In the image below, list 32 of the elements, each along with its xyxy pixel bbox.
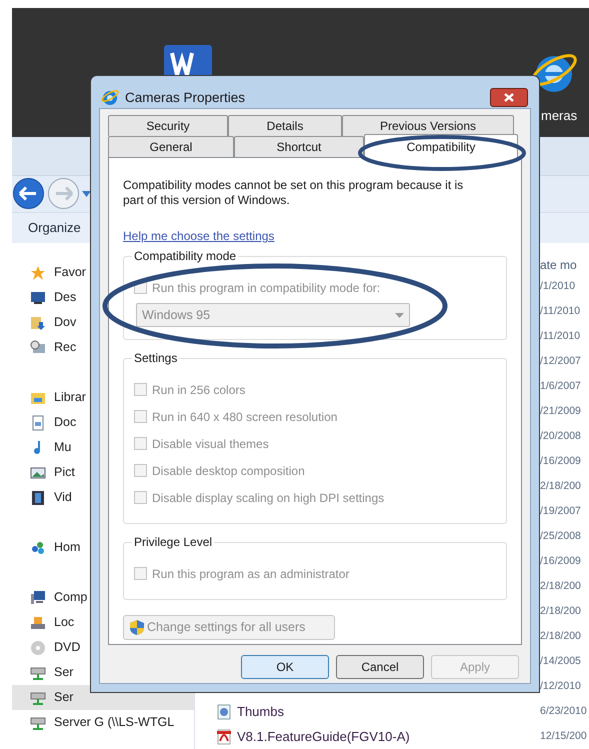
date-cell-text: /12/2010 xyxy=(540,678,582,694)
date-cell-text: /11/2010 xyxy=(540,304,582,319)
checkbox-label: Run this program in compatibility mode for: xyxy=(152,280,380,297)
date-cell-text: /16/2009 xyxy=(540,554,582,569)
date-cell-text: 2/18/200 xyxy=(540,604,582,619)
date-cell-text: /19/2007 xyxy=(540,504,582,519)
desktop-icon-label: meras xyxy=(541,107,578,125)
checkbox-label: Run this program as an administrator xyxy=(152,566,350,583)
date-cell-text: 6/23/2010 xyxy=(540,704,588,719)
window-title: Cameras Properties xyxy=(125,89,246,107)
date-cell-text: /11/2010 xyxy=(540,328,582,344)
date-cell-text: /25/2008 xyxy=(540,528,582,544)
group-title: Settings xyxy=(133,350,178,368)
date-cell-text: /12/2007 xyxy=(540,354,582,369)
date-cell-text: 2/18/200 xyxy=(540,478,582,494)
date-cell-text: /20/2008 xyxy=(540,428,582,444)
date-cell-text: /14/2005 xyxy=(540,654,582,669)
date-cell-text: /1/2010 xyxy=(540,278,576,294)
date-cell-text: 2/18/200 xyxy=(540,628,582,644)
group-title: Compatibility mode xyxy=(133,248,238,266)
checkbox-label: Disable visual themes xyxy=(152,436,269,453)
checkbox-label: Run in 640 x 480 screen resolution xyxy=(152,408,338,426)
date-cell-text: 1/6/2007 xyxy=(540,378,582,394)
date-cell-text: /16/2009 xyxy=(540,454,582,469)
info-message: Compatibility modes cannot be set on this program because it is part of this version of Windows. xyxy=(123,178,464,208)
checkbox-label: Run in 256 colors xyxy=(152,382,246,399)
checkbox-label: Disable desktop composition xyxy=(152,462,305,480)
date-cell-text: 12/15/200 xyxy=(540,728,588,744)
checkbox-label: Disable display scaling on high DPI settings xyxy=(152,490,384,507)
date-cell-text: /21/2009 xyxy=(540,404,582,419)
group-title: Privilege Level xyxy=(133,534,214,552)
date-cell-text: 2/18/200 xyxy=(540,578,582,594)
